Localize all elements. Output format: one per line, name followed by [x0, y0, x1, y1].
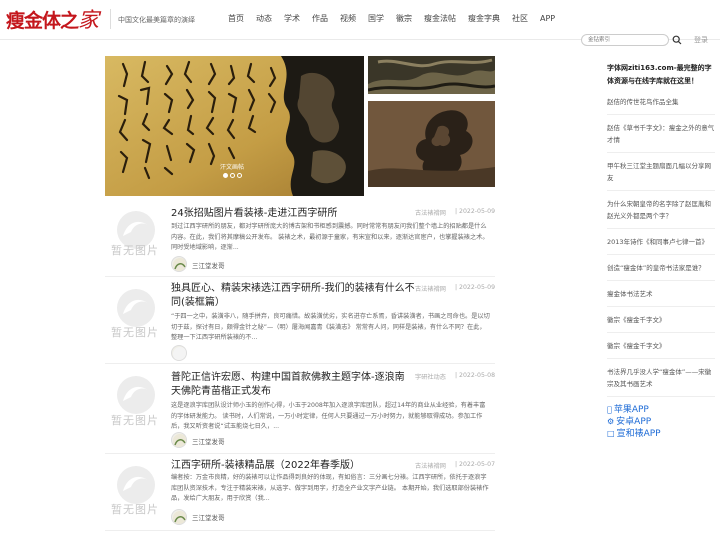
search-input[interactable]	[581, 34, 669, 46]
logo-ka-text: 家	[78, 8, 99, 32]
article-title[interactable]: 普陀正信许宏愿、构建中国首款佛教主题字体-逐浪南天佛陀青苗楷正式发布	[171, 371, 411, 399]
site-logo[interactable]: 瘦金体之家	[6, 4, 99, 34]
article-title[interactable]: 江西字研所-装裱精品展（2022年春季版）	[171, 459, 411, 473]
app-link-android[interactable]: ⚙ 安卓APP	[607, 416, 715, 428]
article-date: | 2022-05-07	[455, 461, 496, 468]
apple-icon: 	[607, 404, 612, 416]
search-icon[interactable]	[672, 35, 682, 45]
scholar-rock-image	[368, 101, 495, 187]
sidebar-link[interactable]: 徽宗《瘦金千字文》	[607, 314, 715, 333]
sidebar-link[interactable]: 2013年诗作《和同事卢七律一首》	[607, 236, 715, 255]
app-link-label: 安卓APP	[616, 417, 652, 427]
sidebar-link[interactable]: 为什么宋朝皇帝的名字除了赵匡胤和赵光义外都是两个字？	[607, 198, 715, 229]
app-link-label: 宣和裱APP	[616, 429, 661, 439]
rock-landscape-image	[368, 56, 495, 94]
article-date: | 2022-05-09	[455, 284, 496, 291]
carousel-dot-3[interactable]	[237, 173, 242, 178]
nav-huizong[interactable]: 徽宗	[390, 0, 418, 40]
phone-icon: □	[607, 429, 615, 438]
article-source[interactable]: 古法裱褙网	[415, 461, 446, 470]
carousel-dot-2[interactable]	[230, 173, 235, 178]
sidebar-link[interactable]: 瘦金体书法艺术	[607, 288, 715, 307]
article-date: | 2022-05-08	[455, 372, 496, 379]
article-title[interactable]: 24张招贴图片看装裱-走进江西字研所	[171, 207, 411, 221]
article-date: | 2022-05-09	[455, 208, 496, 215]
thumbnail-placeholder-text: 暂无图片	[111, 503, 159, 516]
app-link-label: 苹果APP	[609, 405, 649, 415]
author-avatar[interactable]	[171, 256, 187, 272]
article-excerpt: “于四一之中，装潢非八，随手拼弃，良可痛惜。故装潢优劣，实名进存亡系焉，昏讲装潢…	[171, 313, 490, 341]
article-item: 暂无图片 江西字研所-装裱精品展（2022年春季版） 古法裱褙网 | 2022-…	[105, 455, 495, 531]
main-nav: 首页 动态 学术 作品 视频 国学 徽宗 瘦金法帖 瘦金字典 社区 APP	[220, 0, 561, 40]
thumbnail-placeholder-text: 暂无图片	[111, 326, 159, 339]
article-title[interactable]: 独具匠心、精装宋裱选江西字研所-我们的装裱有什么不同(装框篇）	[171, 282, 415, 310]
app-link-apple[interactable]: 苹果APP	[607, 404, 715, 416]
article-item: 暂无图片 独具匠心、精装宋裱选江西字研所-我们的装裱有什么不同(装框篇） 古法裱…	[105, 278, 495, 364]
sidebar: 字体网ziti163.com-最完整的字体资源与在线字库就在这里！ 赵佶的传世花…	[607, 62, 715, 440]
sidebar-headline[interactable]: 字体网ziti163.com-最完整的字体资源与在线字库就在这里！	[607, 62, 715, 88]
nav-guoxue[interactable]: 国学	[362, 0, 390, 40]
banner-caption: 汗文画帖	[220, 164, 245, 171]
nav-home[interactable]: 首页	[222, 0, 250, 40]
article-author[interactable]: 三江堂发哥	[192, 260, 225, 270]
article-source[interactable]: 字研社动态	[415, 372, 446, 381]
login-link[interactable]: 登录	[694, 35, 708, 45]
android-icon: ⚙	[607, 417, 615, 426]
sidebar-link[interactable]: 创造“瘦金体”的皇帝书法家是谁？	[607, 262, 715, 281]
sidebar-link[interactable]: 甲午秋三江堂主题扇面几幅以分享网友	[607, 160, 715, 191]
carousel-dot-1[interactable]	[223, 173, 228, 178]
nav-app[interactable]: APP	[534, 0, 561, 40]
sidebar-link[interactable]: 徽宗《瘦金千字文》	[607, 340, 715, 359]
article-source[interactable]: 古法裱褙网	[415, 208, 446, 217]
thumbnail-placeholder-text: 暂无图片	[111, 244, 159, 257]
banner-side-image-top[interactable]	[368, 56, 495, 94]
sidebar-link[interactable]: 赵佶《草书千字文》：瘦金之外的意气才情	[607, 122, 715, 153]
banner-side-image-bottom[interactable]	[368, 101, 495, 187]
thumbnail-placeholder-text: 暂无图片	[111, 414, 159, 427]
app-link-xuanhe[interactable]: □ 宣和裱APP	[607, 428, 715, 440]
nav-fatie[interactable]: 瘦金法帖	[418, 0, 462, 40]
article-author[interactable]: 三江堂发哥	[192, 436, 225, 446]
author-avatar[interactable]	[171, 509, 187, 525]
article-item: 暂无图片 24张招贴图片看装裱-走进江西字研所 古法裱褙网 | 2022-05-…	[105, 200, 495, 277]
article-item: 暂无图片 普陀正信许宏愿、构建中国首款佛教主题字体-逐浪南天佛陀青苗楷正式发布 …	[105, 365, 495, 454]
article-excerpt: 编者按：万金市良精，好的装裱可以让作品得到良好的体现，有如俗言：三分画七分裱。江…	[171, 474, 489, 502]
site-tagline: 中国文化最美篇章的演绎	[118, 16, 195, 24]
nav-works[interactable]: 作品	[306, 0, 334, 40]
article-excerpt: 这是逐浪字库团队设计师小玉的创作心得，小玉于2008年加入逐浪字库团队，超过14…	[171, 402, 486, 430]
author-avatar[interactable]	[171, 432, 187, 448]
nav-academic[interactable]: 学术	[278, 0, 306, 40]
article-author[interactable]: 三江堂发哥	[192, 512, 225, 522]
sidebar-link[interactable]: 赵佶的传世花鸟作品全集	[607, 96, 715, 115]
article-excerpt: 到过江西字研所的朋友，都对字研所庞大的博古架和书柜感到震撼。同时常常有朋友问我们…	[171, 223, 489, 251]
article-source[interactable]: 古法裱褙网	[415, 284, 446, 293]
nav-dictionary[interactable]: 瘦金字典	[462, 0, 506, 40]
nav-news[interactable]: 动态	[250, 0, 278, 40]
logo-main-text: 瘦金体之	[6, 10, 79, 32]
nav-community[interactable]: 社区	[506, 0, 534, 40]
author-avatar[interactable]	[171, 345, 187, 361]
carousel-dots	[223, 173, 242, 178]
sidebar-link[interactable]: 书法界几乎没人学“瘦金体”——宋徽宗及其书画艺术	[607, 366, 715, 397]
nav-video[interactable]: 视频	[334, 0, 362, 40]
logo-divider	[110, 9, 111, 29]
